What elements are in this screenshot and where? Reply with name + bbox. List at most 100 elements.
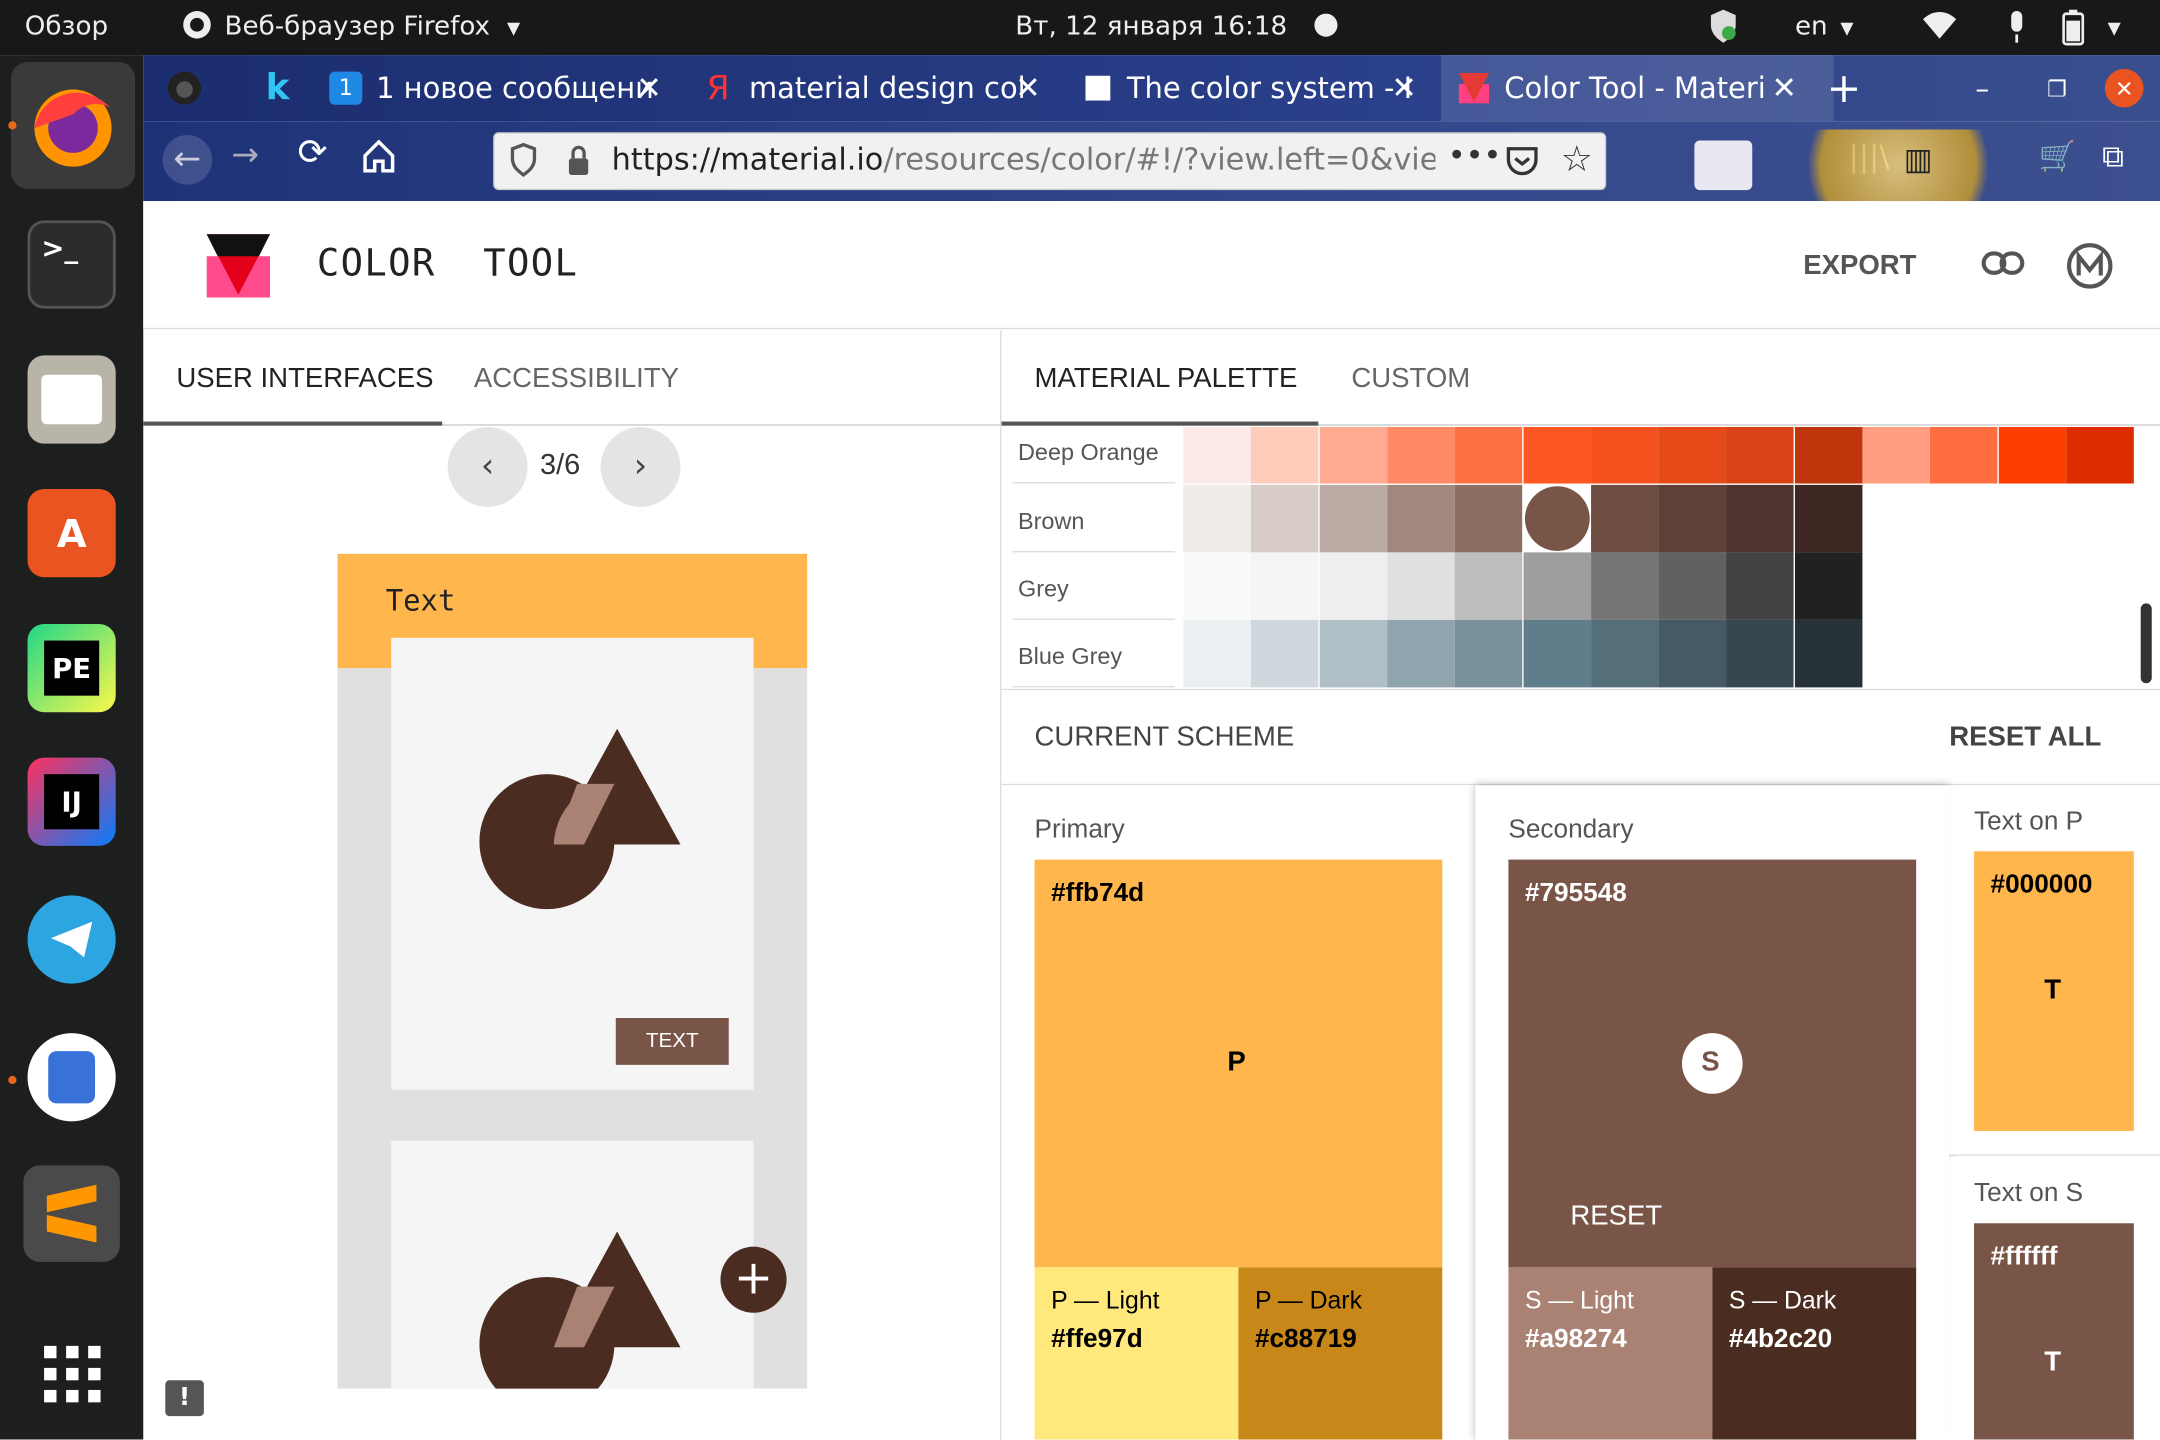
palette-swatch[interactable] [1794,427,1863,484]
palette-swatch[interactable] [1454,427,1523,484]
bookmark-star-icon[interactable]: ☆ [1561,139,1593,180]
tab-material-design-search[interactable]: Я material design col ✕ [687,55,1059,121]
palette-swatch[interactable] [1658,484,1727,553]
shield-icon[interactable] [508,142,538,186]
palette-swatch[interactable] [1251,552,1319,620]
tab-user-interfaces[interactable]: USER INTERFACES [176,364,433,396]
palette-swatch[interactable] [1658,552,1727,620]
palette-swatch[interactable] [1522,619,1591,688]
secondary-dark-swatch[interactable]: S — Dark #4b2c20 [1712,1267,1917,1440]
palette-swatch[interactable] [1794,552,1863,620]
palette-swatch[interactable] [1794,484,1863,553]
secondary-reset-button[interactable]: RESET [1570,1201,1662,1233]
palette-swatch[interactable] [1319,552,1387,620]
close-icon[interactable]: ✕ [636,71,661,105]
secondary-swatch[interactable]: #795548 S RESET [1508,859,1917,1268]
app-menu[interactable]: Веб-браузер Firefox [225,11,491,41]
preview-text-button[interactable]: TEXT [615,1018,729,1065]
close-icon[interactable]: ✕ [1015,71,1040,105]
primary-dark-swatch[interactable]: P — Dark #c88719 [1238,1267,1443,1440]
battery-icon[interactable] [2062,9,2085,53]
text-on-p-swatch[interactable]: #000000 T [1974,851,2134,1131]
app-center-icon[interactable]: A [27,489,116,578]
palette-swatch[interactable] [1590,427,1659,484]
palette-swatch[interactable] [2066,427,2134,484]
palette-swatch[interactable] [1387,427,1455,484]
palette-swatch[interactable] [1387,484,1455,553]
sublime-text-icon[interactable] [23,1165,120,1262]
palette-swatch[interactable] [1319,427,1387,484]
primary-light-swatch[interactable]: P — Light #ffe97d [1034,1267,1239,1440]
tab-github[interactable] [143,55,226,121]
text-on-s-swatch[interactable]: #ffffff T [1974,1223,2134,1440]
palette-swatch[interactable] [1319,619,1387,688]
palette-swatch[interactable] [1726,484,1795,553]
palette-swatch[interactable] [1251,619,1319,688]
palette-swatch[interactable] [1454,552,1523,620]
tab-messages[interactable]: 1 1 новое сообщени ✕ [322,55,680,121]
cart-icon[interactable]: 🛒 [2039,141,2077,175]
restore-button[interactable]: ❐ [2047,55,2075,121]
wifi-icon[interactable] [1922,11,1958,48]
microphone-icon[interactable] [2006,10,2028,53]
palette-swatch[interactable] [1726,552,1795,620]
palette-swatch[interactable] [1183,484,1251,553]
intellij-idea-icon[interactable]: IJ [27,757,116,846]
close-icon[interactable]: ✕ [1391,71,1416,105]
link-icon[interactable] [1981,248,2025,284]
material-logo-icon[interactable] [2066,242,2113,294]
show-apps-icon[interactable] [28,1329,116,1417]
secondary-light-swatch[interactable]: S — Light #a98274 [1508,1267,1713,1440]
url-text[interactable]: https://material.io/resources/color/#!/?… [612,143,1436,177]
palette-swatch[interactable] [1726,427,1795,484]
primary-swatch[interactable]: #ffb74d P [1034,859,1443,1268]
prev-button[interactable]: ‹ [447,427,528,507]
palette-swatch[interactable] [1251,484,1319,553]
keyboard-layout[interactable]: en [1795,11,1828,41]
back-button[interactable]: ← [162,134,213,185]
telegram-icon[interactable] [27,895,116,984]
page-actions-button[interactable]: ••• [1448,139,1502,173]
tab-material-palette[interactable]: MATERIAL PALETTE [1035,364,1298,396]
palette-swatch[interactable] [1454,619,1523,688]
palette-swatch[interactable] [1862,427,1930,484]
screenshot-icon[interactable]: ⧉ [2102,141,2124,175]
palette-swatch[interactable] [1319,484,1387,553]
terminal-icon[interactable]: >_ [27,220,116,309]
reset-all-button[interactable]: RESET ALL [1949,722,2101,754]
palette-swatch[interactable] [1590,619,1659,688]
url-bar[interactable]: https://material.io/resources/color/#!/?… [493,132,1607,191]
palette-swatch[interactable] [1387,552,1455,620]
firefox-icon[interactable] [11,61,135,189]
tab-accessibility[interactable]: ACCESSIBILITY [474,364,679,396]
palette-swatch[interactable] [1183,552,1251,620]
new-tab-button[interactable]: + [1827,55,1868,121]
library-button[interactable] [1694,140,1753,191]
minimize-button[interactable]: – [1975,55,2003,121]
tab-color-tool[interactable]: Color Tool - Materi ✕ [1440,55,1834,122]
forward-button[interactable]: → [231,135,259,174]
sidebar-icon[interactable]: ▥ [1904,143,1933,177]
close-window-button[interactable]: ✕ [2104,68,2144,108]
palette-swatch[interactable] [1522,484,1591,553]
feedback-icon[interactable]: ! [165,1380,204,1417]
activities-button[interactable]: Обзор [25,11,108,41]
palette-scrollbar[interactable] [2140,603,2152,684]
android-studio-icon[interactable] [27,1033,116,1122]
tab-k[interactable]: k [240,55,316,121]
tab-custom[interactable]: CUSTOM [1351,364,1470,396]
reload-button[interactable]: ⟳ [298,132,328,173]
palette-swatch[interactable] [1454,484,1523,553]
palette-swatch[interactable] [1387,619,1455,688]
palette-swatch[interactable] [1183,619,1251,688]
shield-icon[interactable] [1708,8,1738,51]
palette-swatch[interactable] [1930,427,1998,484]
fab-add-button[interactable]: + [720,1246,787,1313]
clock[interactable]: Вт, 12 января 16:18 [1015,11,1287,41]
chevron-down-icon[interactable]: ▾ [2108,12,2121,42]
tab-color-system[interactable]: The color system - I ✕ [1066,55,1438,121]
palette-swatch[interactable] [1794,619,1863,688]
close-icon[interactable]: ✕ [1772,71,1797,105]
palette-swatch[interactable] [1183,427,1251,484]
export-button[interactable]: EXPORT [1803,251,1916,283]
